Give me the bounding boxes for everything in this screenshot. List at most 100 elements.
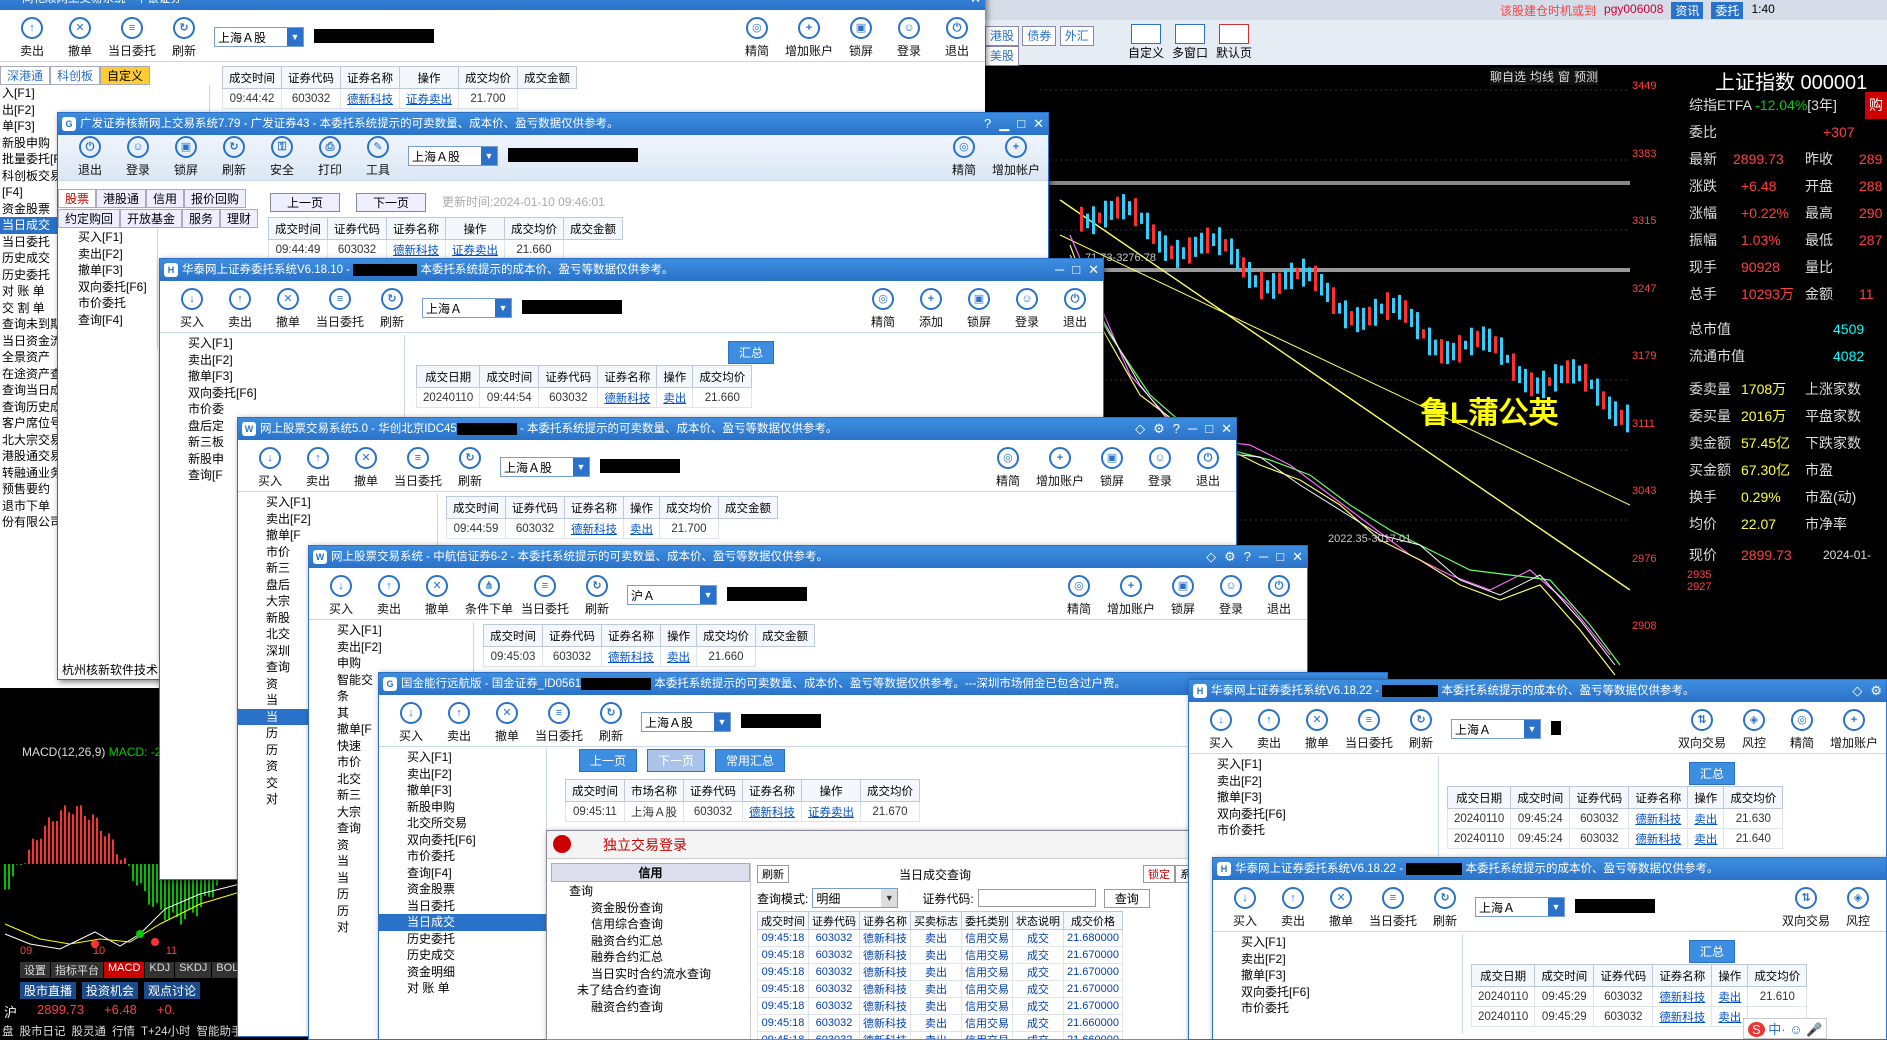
close-icon[interactable]: ✕ [970,0,981,10]
tool-cancel-order-button[interactable]: ✕ 撤单 [1293,709,1341,751]
column-header[interactable]: 成交金额 [517,66,577,89]
nav-item[interactable]: 买入[F1] [309,622,473,639]
market-select[interactable]: 上海Ａ ▼ [422,298,513,318]
nav-item[interactable]: 双向委托[F6] [1189,806,1438,823]
help-icon[interactable]: ? [984,113,991,135]
skin-icon[interactable]: ◇ [1852,680,1862,702]
help-icon[interactable]: ? [1173,418,1180,440]
tool-buy-button[interactable]: ↓ 买入 [387,702,435,744]
table-row[interactable]: 09:45:18 603032 德新科技 卖出 信用交易 成交 21.670000 [757,946,1123,964]
minimize-icon[interactable]: ─ [1188,418,1197,440]
tab-macd[interactable]: MACD [104,962,145,978]
tool-sell-button[interactable]: ↑ 卖出 [435,702,483,744]
query-button[interactable]: 查询 [1103,888,1150,908]
tool-tools-button[interactable]: ✎ 工具 [354,136,402,178]
nav-item[interactable]: 撤单[F3] [160,368,404,385]
nav-item[interactable]: 信用综合查询 [551,915,750,932]
tool-add-account-button[interactable]: + 增加账户 [781,17,837,59]
tab-service[interactable]: 服务 [182,209,221,228]
nav-item[interactable]: 双向委托[F6] [160,385,404,402]
market-select[interactable]: 上海Ａ ▼ [1475,897,1566,917]
nav-item[interactable]: 历史委托 [379,931,546,948]
window-7-titlebar[interactable]: 独立交易登录 [547,831,1205,859]
market-select[interactable]: 上海Ａ ▼ [1451,719,1542,739]
tool-sell-button[interactable]: ↑ 卖出 [365,575,413,617]
minimize-icon[interactable]: ▁ [999,113,1009,135]
tool-sell-button[interactable]: ↑ 卖出 [216,288,264,330]
column-header[interactable]: 证券代码 [1593,964,1654,987]
close-icon[interactable]: ✕ [1033,113,1044,135]
chart-btn-ma[interactable]: 均线 [1530,68,1554,85]
table-row[interactable]: 09:44:59 603032 德新科技 卖出 21.700 [446,518,778,539]
tool-login-button[interactable]: ☺ 登录 [885,17,933,59]
tool-compact-button[interactable]: ◎精简 [1055,575,1103,617]
nav-item[interactable]: 市价委托 [1213,1000,1462,1017]
settings-icon[interactable]: ⚙ [1224,546,1236,568]
window-7[interactable]: 独立交易登录 信用 查询 资金股份查询 信用综合查询 融资合约汇总 融券合约汇总 当日实时… [546,830,1206,1040]
column-header[interactable]: 成交时间 [565,779,625,802]
nav-item[interactable]: 资金明细 [379,964,546,981]
tool-lock-button[interactable]: ▣ 锁屏 [955,288,1003,330]
tool-security-button[interactable]: ⚿ 安全 [258,136,306,178]
column-header[interactable]: 证券代码 [281,66,341,89]
tool-power-button[interactable]: ⏻ 退出 [933,17,981,59]
column-header[interactable]: 证券名称 [1652,964,1713,987]
nav-item[interactable]: 买入[F1] [379,749,546,766]
nav-item[interactable]: 查询 [551,882,750,899]
nav-item[interactable]: 双向委托[F6] [1213,984,1462,1001]
window-5-titlebar[interactable]: W 网上股票交易系统 - 中航信证券6-2 - 本委托系统提示的可卖数量、成本价、… [309,546,1307,568]
next-page-button[interactable]: 下一页 [356,193,427,212]
nav-item[interactable]: 融券合约汇总 [551,948,750,965]
tool-cancel-order-button[interactable]: ✕ 撤单 [342,447,390,489]
tool-compact-button[interactable]: ◎精简 [984,447,1032,489]
column-header[interactable]: 成交均价 [692,365,753,388]
tab-stock[interactable]: 股票 [58,189,97,208]
column-header[interactable]: 成交时间 [268,217,328,240]
nav-item[interactable]: 撤单[F [238,527,437,544]
nav-item[interactable]: 卖出[F2] [379,766,546,783]
tool-lock-button[interactable]: ▣ 锁屏 [837,17,885,59]
nav-item[interactable]: 融资合约查询 [551,998,750,1015]
w9-summary-button[interactable]: 汇总 [1689,940,1736,963]
link-opportunity[interactable]: 投资机会 [82,982,139,999]
column-header[interactable]: 成交均价 [1747,964,1808,987]
table-row[interactable]: 20240110 09:45:29 603032 德新科技 卖出 21.610 [1470,986,1808,1007]
tool-refresh-button[interactable]: ↻ 刷新 [160,17,208,59]
tab-hk-connect[interactable]: 深港通 [0,66,51,85]
nav-item[interactable]: 买入[F1] [238,494,437,511]
tool-risk-control-button[interactable]: ◈ 风控 [1834,887,1882,929]
table-row[interactable]: 09:44:42 603032 德新科技 证券卖出 21.700 [222,88,577,109]
tab-wealth[interactable]: 理财 [220,209,259,228]
nav-item[interactable]: 买入[F1] [1213,934,1462,951]
table-row[interactable]: 20240110 09:44:54 603032 德新科技 卖出 21.660 [415,387,753,408]
tab-credit[interactable]: 信用 [146,189,185,208]
settings-icon[interactable]: ⚙ [1870,680,1882,702]
tool-today-orders-button[interactable]: ≡ 当日委托 [1341,709,1397,751]
tool-buy-button[interactable]: ↓ 买入 [1197,709,1245,751]
column-header[interactable]: 成交日期 [1446,786,1512,809]
tool-today-orders-button[interactable]: ≡ 当日委托 [390,447,446,489]
nav-item[interactable]: 撤单[F3] [58,262,157,279]
column-header[interactable]: 证券名称 [386,217,446,240]
tab-custom[interactable]: 自定义 [100,66,151,85]
w8-summary-button[interactable]: 汇总 [1689,762,1736,785]
nav-item[interactable]: 申购 [309,655,473,672]
w3-summary-button[interactable]: 汇总 [728,341,775,364]
chart-btn-window[interactable]: 窗 [1558,68,1570,85]
tool-add-account-button[interactable]: + 增加账户 [1103,575,1159,617]
tab-settings[interactable]: 设置 [20,962,50,978]
ime-toolbar[interactable]: S 中· ☺ 🎤 [1743,1018,1828,1039]
table-row[interactable]: 09:45:03 603032 德新科技 卖出 21.660 [483,646,815,667]
column-header[interactable]: 成交时间 [479,365,540,388]
status-link[interactable]: 智能助手 [197,1023,243,1039]
table-row[interactable]: 20240110 09:45:24 603032 德新科技 卖出 21.640 [1446,828,1784,849]
tool-buy-button[interactable]: ↓ 买入 [1221,887,1269,929]
next-page-button[interactable]: 下一页 [647,749,706,772]
column-header[interactable]: 成交时间 [1534,964,1595,987]
column-header[interactable]: 证券名称 [597,365,658,388]
window-2-titlebar[interactable]: G 广发证券核新网上交易系统7.79 - 广发证券43 - 本委托系统提示的可卖数… [58,113,1048,135]
tool-add-account-button[interactable]: + 增加账户 [1032,447,1088,489]
settings-icon[interactable]: ⚙ [1153,418,1165,440]
nav-item[interactable]: 撤单[F3] [1189,789,1438,806]
tab-hk[interactable]: 港股 [985,26,1020,46]
